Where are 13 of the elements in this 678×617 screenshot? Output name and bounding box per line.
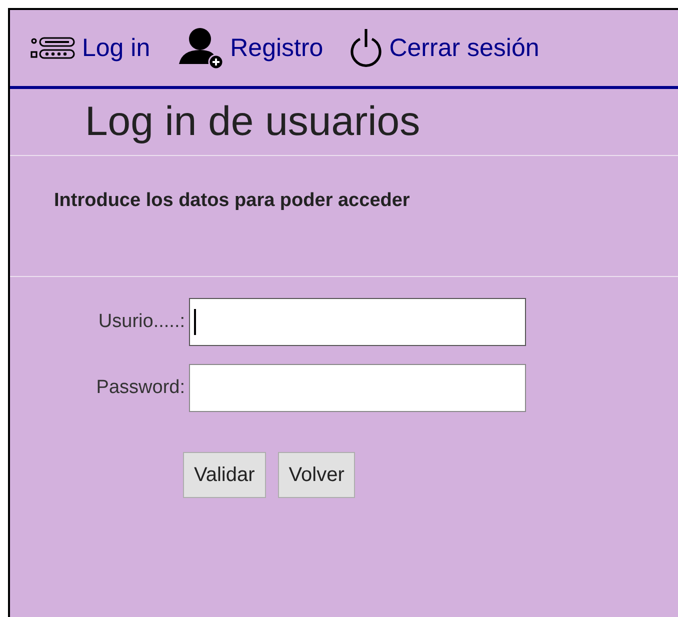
nav-link[interactable]: Log in: [82, 34, 150, 62]
field-label: Password:: [95, 376, 186, 398]
field-label: Usurio.....:: [97, 310, 186, 332]
input-field[interactable]: [189, 298, 526, 346]
form-button[interactable]: Volver: [278, 452, 356, 498]
power-icon: [349, 27, 384, 69]
input-field[interactable]: [189, 364, 526, 412]
instructions-text: Introduce los datos para poder acceder: [53, 189, 411, 213]
page-title: Log in de usuarios: [84, 97, 422, 146]
nav-link[interactable]: Registro: [230, 34, 324, 62]
user-add-icon: [176, 26, 224, 70]
form-button[interactable]: Validar: [183, 452, 266, 498]
nav-link[interactable]: Cerrar sesión: [389, 34, 540, 62]
